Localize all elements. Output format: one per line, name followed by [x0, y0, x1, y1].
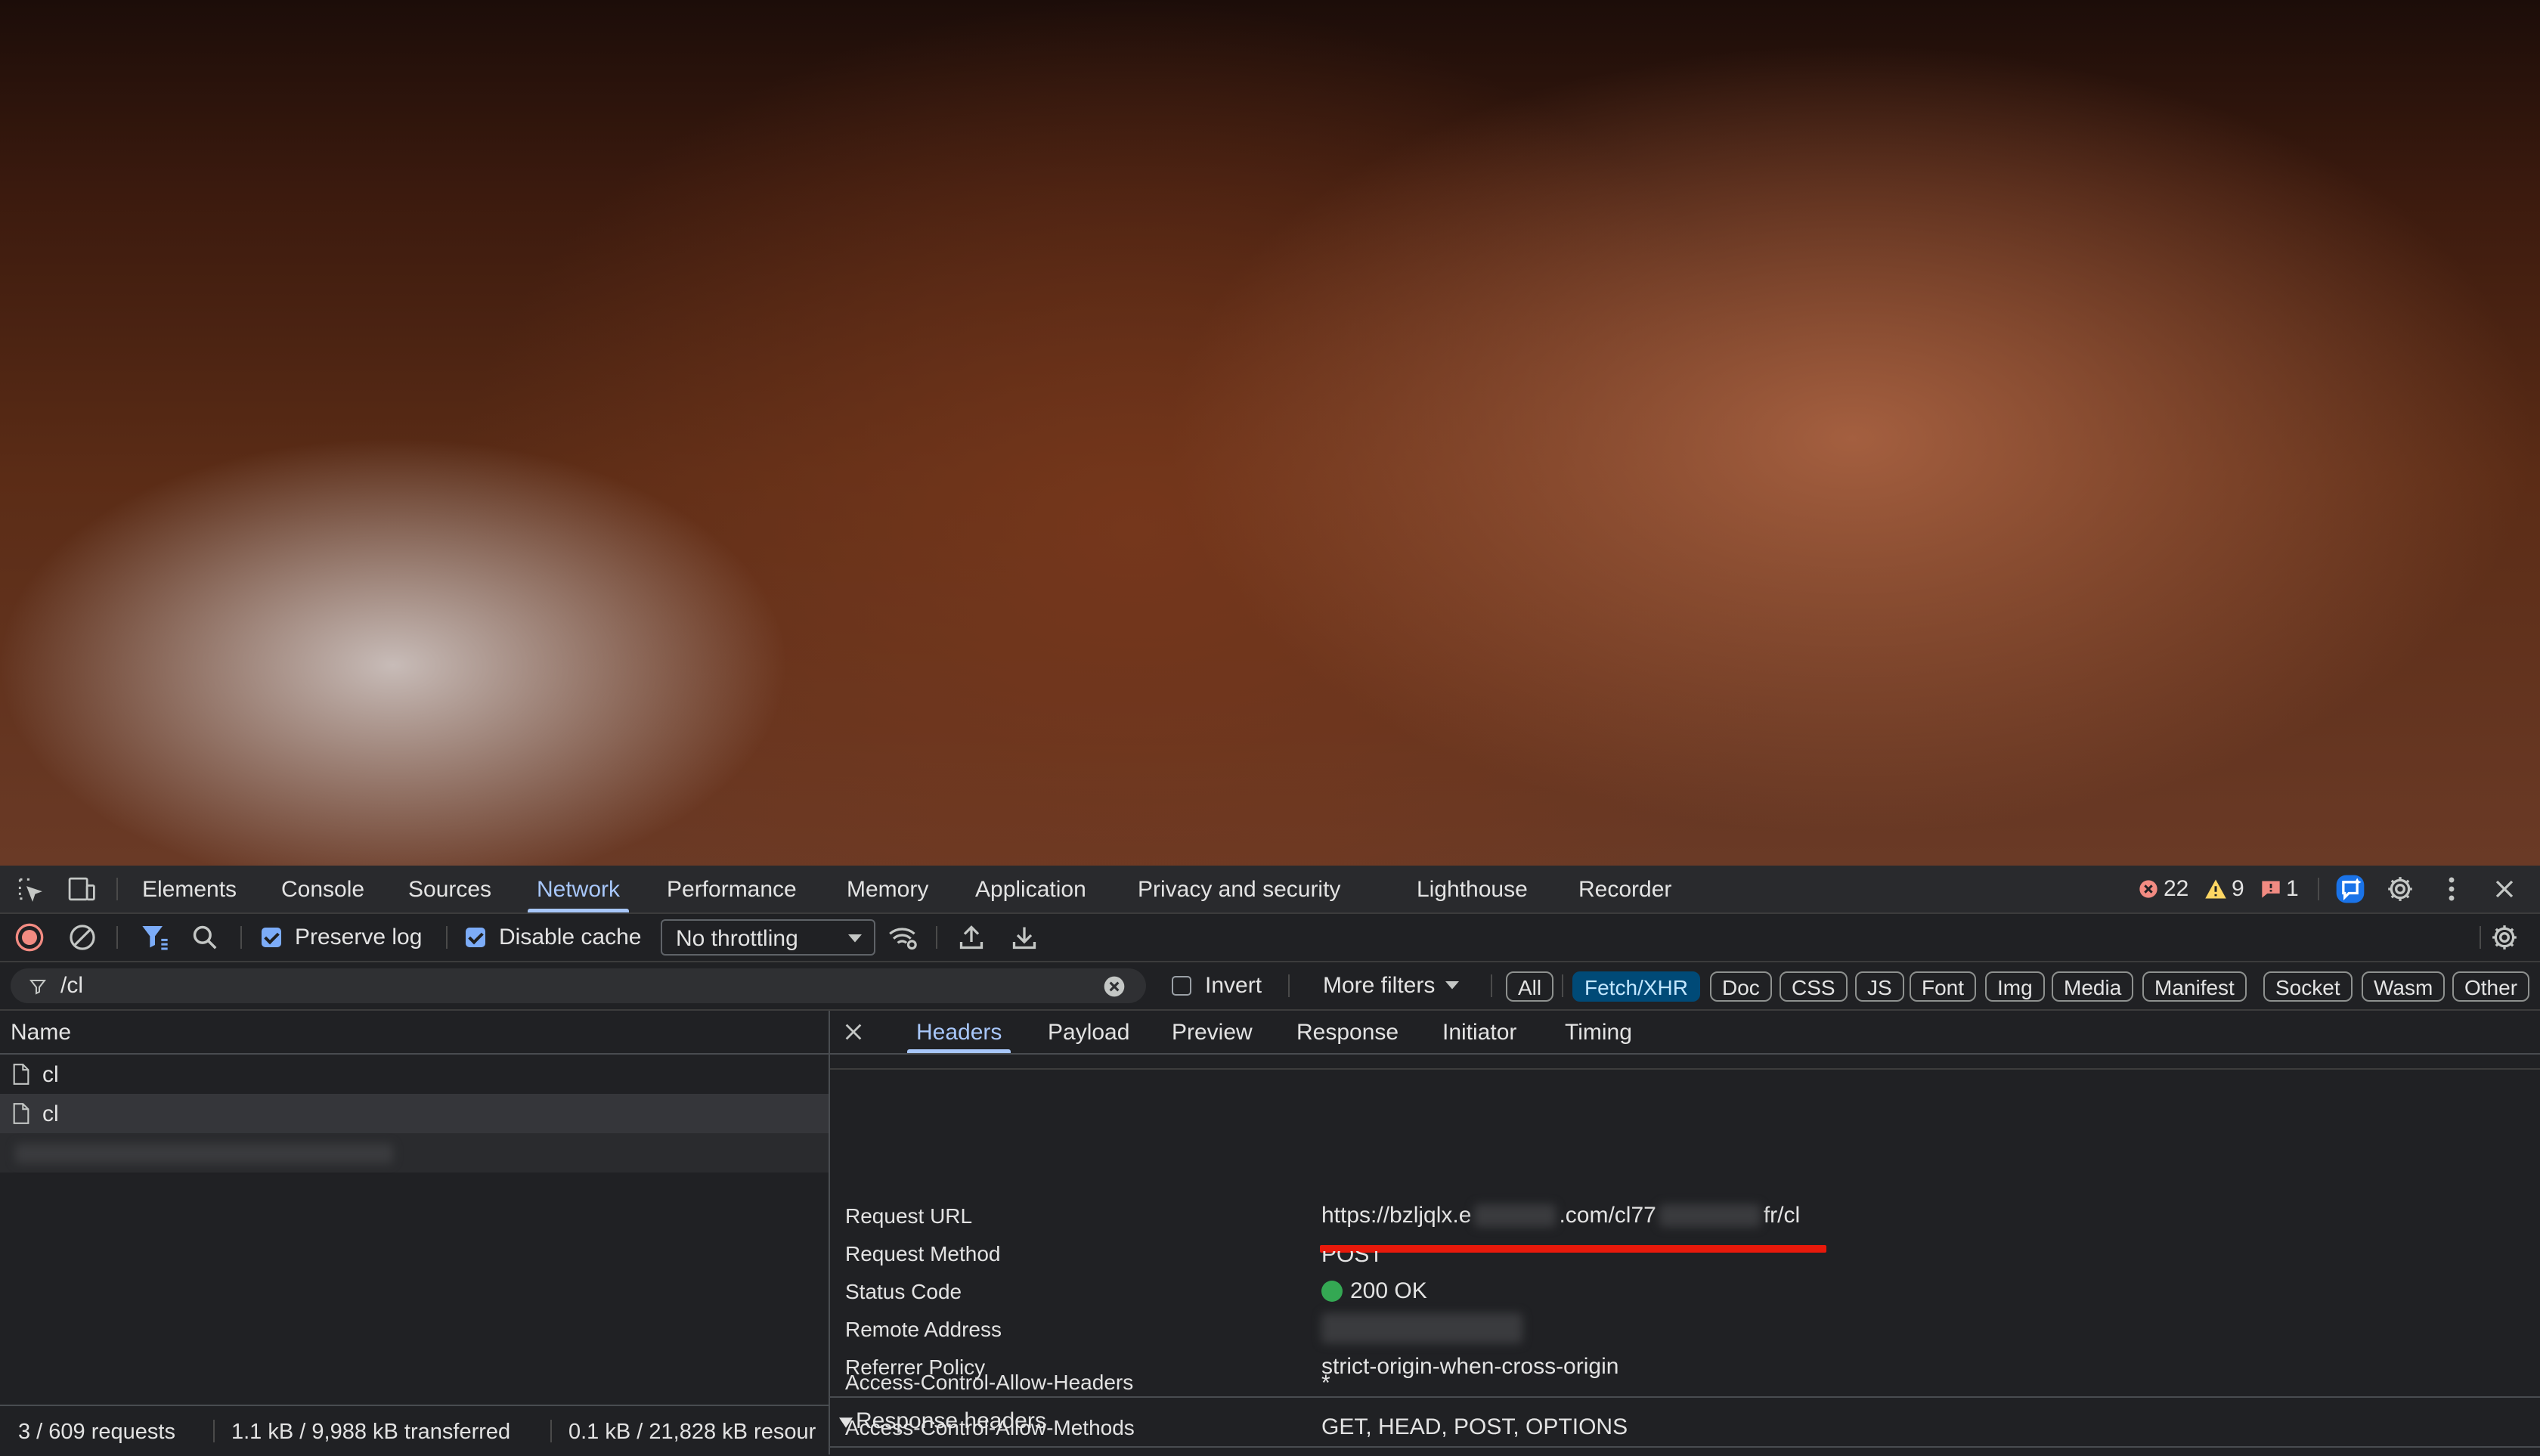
tab-network[interactable]: Network — [527, 866, 630, 912]
remote-address-label: Remote Address — [845, 1318, 1002, 1341]
filter-chip-css[interactable]: CSS — [1780, 971, 1848, 1002]
export-har-icon[interactable] — [1002, 914, 1046, 961]
settings-gear-icon[interactable] — [2378, 866, 2422, 912]
response-headers-title: Response headers — [856, 1408, 1046, 1433]
filter-input-value: /cl — [60, 973, 83, 998]
clear-log-icon[interactable] — [60, 914, 104, 961]
red-highlight-underline — [1320, 1245, 1826, 1253]
table-row[interactable]: cl — [0, 1055, 829, 1094]
filter-chip-js[interactable]: JS — [1855, 971, 1904, 1002]
inspect-element-icon[interactable] — [8, 866, 51, 912]
network-filter-bar: /cl Invert More filters All Fetch/XHR Do… — [0, 962, 2540, 1011]
ai-assistance-icon[interactable] — [2328, 866, 2372, 912]
response-headers-section-header[interactable]: Response headers — [830, 1396, 2540, 1448]
referrer-policy-value: strict-origin-when-cross-origin — [1321, 1354, 1619, 1379]
network-toolbar: Preserve log Disable cache No throttling — [0, 914, 2540, 962]
more-filters-dropdown[interactable]: More filters — [1323, 973, 1460, 999]
chevron-down-icon — [848, 934, 862, 943]
invert-checkbox[interactable] — [1172, 976, 1191, 996]
filter-input[interactable]: /cl — [11, 968, 1146, 1003]
issues-count[interactable]: 1 — [2260, 875, 2299, 903]
redacted-remote-address — [1321, 1313, 1522, 1343]
filter-icon[interactable] — [133, 914, 177, 961]
tab-elements[interactable]: Elements — [142, 866, 237, 912]
transferred-size: 1.1 kB / 9,988 kB transferred — [231, 1420, 511, 1444]
invert-label[interactable]: Invert — [1205, 973, 1262, 999]
clear-filter-icon[interactable] — [1102, 974, 1126, 999]
redacted-request-name — [15, 1144, 393, 1163]
redacted-url-segment — [1474, 1204, 1557, 1227]
filter-chip-other[interactable]: Other — [2452, 971, 2530, 1002]
search-icon[interactable] — [183, 914, 227, 961]
request-name: cl — [42, 1101, 59, 1126]
column-name-header[interactable]: Name — [11, 1020, 71, 1046]
device-toolbar-icon[interactable] — [60, 866, 104, 912]
chevron-down-icon — [1445, 981, 1460, 990]
tab-console[interactable]: Console — [281, 866, 364, 912]
table-row-redacted[interactable] — [0, 1133, 829, 1173]
referrer-policy-label: Referrer Policy — [845, 1355, 986, 1379]
tab-memory[interactable]: Memory — [847, 866, 928, 912]
triangle-down-icon — [839, 1417, 853, 1428]
throttling-select[interactable]: No throttling — [661, 919, 875, 956]
requests-count: 3 / 609 requests — [18, 1420, 175, 1444]
document-icon — [13, 1064, 29, 1085]
stop-recording-icon[interactable] — [8, 914, 51, 961]
error-count[interactable]: 22 — [2138, 875, 2188, 903]
request-url-value[interactable]: https://bzljqlx.e .com/cl77 fr/cl — [1321, 1203, 1800, 1228]
redacted-url-segment — [1659, 1204, 1761, 1227]
more-options-icon[interactable] — [2430, 866, 2473, 912]
filter-chip-socket[interactable]: Socket — [2263, 971, 2353, 1002]
network-conditions-icon[interactable] — [881, 914, 925, 961]
filter-chip-fetch-xhr[interactable]: Fetch/XHR — [1572, 971, 1700, 1002]
filter-chip-font[interactable]: Font — [1910, 971, 1977, 1002]
tab-application[interactable]: Application — [975, 866, 1086, 912]
tab-performance[interactable]: Performance — [667, 866, 797, 912]
disable-cache-label[interactable]: Disable cache — [499, 925, 641, 950]
filter-chip-manifest[interactable]: Manifest — [2142, 971, 2247, 1002]
devtools-panel: Elements Console Sources Network Perform… — [0, 866, 2540, 1456]
warning-count[interactable]: 9 — [2204, 875, 2244, 903]
request-url-label: Request URL — [845, 1204, 973, 1228]
request-method-label: Request Method — [845, 1242, 1001, 1265]
import-har-icon[interactable] — [949, 914, 993, 961]
filter-chip-doc[interactable]: Doc — [1710, 971, 1772, 1002]
issue-flag-icon — [2262, 881, 2280, 898]
filter-chip-media[interactable]: Media — [2052, 971, 2134, 1002]
tab-privacy-and-security[interactable]: Privacy and security — [1138, 866, 1340, 912]
status-code-label: Status Code — [845, 1280, 962, 1303]
filter-funnel-icon — [29, 980, 47, 995]
warning-icon — [2205, 879, 2226, 899]
network-settings-gear-icon[interactable] — [2483, 914, 2526, 961]
preserve-log-checkbox[interactable] — [262, 928, 281, 947]
request-list: Name cl cl — [0, 1011, 830, 1454]
error-icon — [2139, 880, 2157, 898]
document-icon — [13, 1103, 29, 1124]
request-name: cl — [42, 1062, 59, 1087]
tab-sources[interactable]: Sources — [408, 866, 491, 912]
tab-lighthouse[interactable]: Lighthouse — [1417, 866, 1528, 912]
status-ok-dot-icon — [1321, 1281, 1343, 1302]
filter-chip-wasm[interactable]: Wasm — [2362, 971, 2446, 1002]
network-summary-bar: 3 / 609 requests 1.1 kB / 9,988 kB trans… — [0, 1405, 829, 1456]
request-list-header: Name — [0, 1011, 829, 1055]
table-row-selected[interactable]: cl — [0, 1094, 829, 1133]
filter-chip-all[interactable]: All — [1506, 971, 1554, 1002]
devtools-main-tabbar: Elements Console Sources Network Perform… — [0, 866, 2540, 914]
filter-chip-img[interactable]: Img — [1985, 971, 2045, 1002]
disable-cache-checkbox[interactable] — [466, 928, 485, 947]
inspected-page-viewport — [0, 0, 2540, 866]
close-devtools-icon[interactable] — [2483, 866, 2526, 912]
preserve-log-label[interactable]: Preserve log — [295, 925, 422, 950]
tab-recorder[interactable]: Recorder — [1578, 866, 1671, 912]
resources-size: 0.1 kB / 21,828 kB resour — [568, 1420, 816, 1444]
status-code-value: 200 OK — [1321, 1278, 1427, 1304]
general-headers-section: Request URL https://bzljqlx.e .com/cl77 … — [830, 1011, 2540, 1454]
